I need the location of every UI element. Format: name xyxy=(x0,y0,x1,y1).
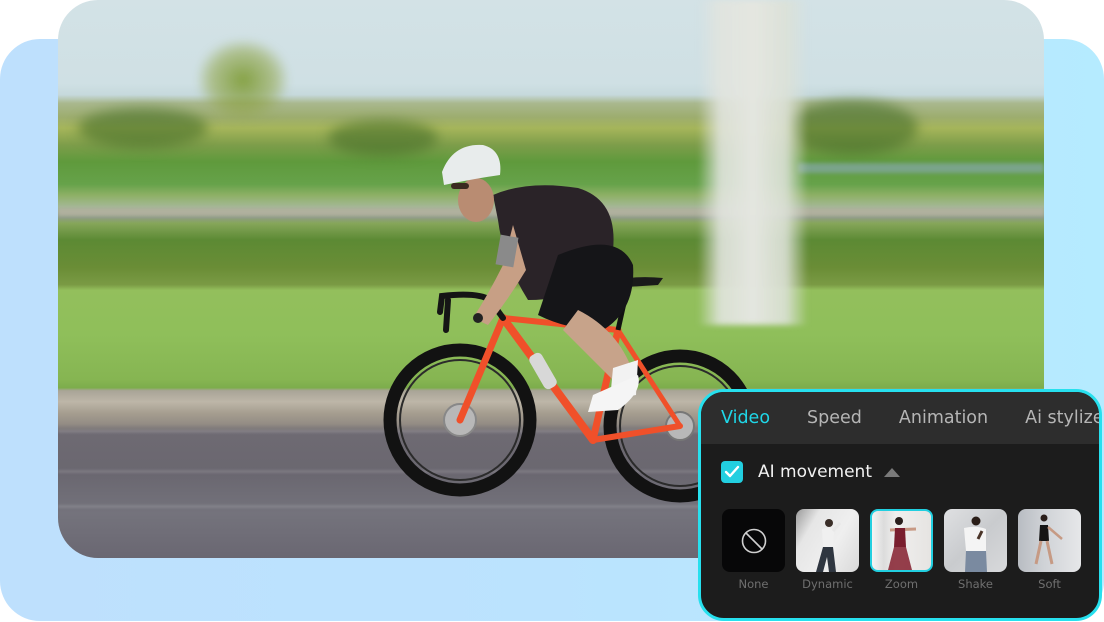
collapse-caret-up-icon[interactable] xyxy=(884,467,900,477)
effect-label: Soft xyxy=(1038,577,1061,591)
effect-option-soft[interactable]: Soft xyxy=(1018,509,1081,591)
effect-option-none[interactable]: None xyxy=(722,509,785,591)
dancer-image xyxy=(888,517,917,570)
effect-label: Dynamic xyxy=(802,577,853,591)
no-symbol-icon xyxy=(741,528,766,553)
water-bottle xyxy=(529,352,557,390)
checkmark-icon xyxy=(724,465,740,478)
effect-label: Shake xyxy=(958,577,993,591)
dancer-image xyxy=(816,519,842,572)
tab-speed[interactable]: Speed xyxy=(807,408,862,428)
tab-animation[interactable]: Animation xyxy=(899,408,988,428)
ai-movement-header: AI movement xyxy=(701,444,1099,500)
effect-thumbnail xyxy=(944,509,1007,572)
effect-label: Zoom xyxy=(884,577,919,591)
effect-option-dynamic[interactable]: Dynamic xyxy=(796,509,859,591)
effect-thumbnail xyxy=(722,509,785,572)
effect-thumbnail-list: None Dynamic Zoom Shake Soft xyxy=(701,509,1099,591)
tab-ai-stylize[interactable]: Ai stylize xyxy=(1025,408,1099,428)
tab-video[interactable]: Video xyxy=(721,408,770,428)
dancer-image xyxy=(1034,514,1063,565)
ai-movement-checkbox[interactable] xyxy=(721,461,743,483)
panel-tab-bar: Video Speed Animation Ai stylize xyxy=(701,392,1099,444)
effect-thumbnail xyxy=(1018,509,1081,572)
effect-option-zoom[interactable]: Zoom xyxy=(870,509,933,591)
effect-thumbnail xyxy=(796,509,859,572)
effects-panel: Video Speed Animation Ai stylize AI move… xyxy=(698,389,1102,621)
effect-label: None xyxy=(738,577,769,591)
ai-movement-label: AI movement xyxy=(758,462,872,482)
effect-thumbnail xyxy=(870,509,933,572)
effect-option-shake[interactable]: Shake xyxy=(944,509,1007,591)
dancer-image xyxy=(964,516,987,572)
